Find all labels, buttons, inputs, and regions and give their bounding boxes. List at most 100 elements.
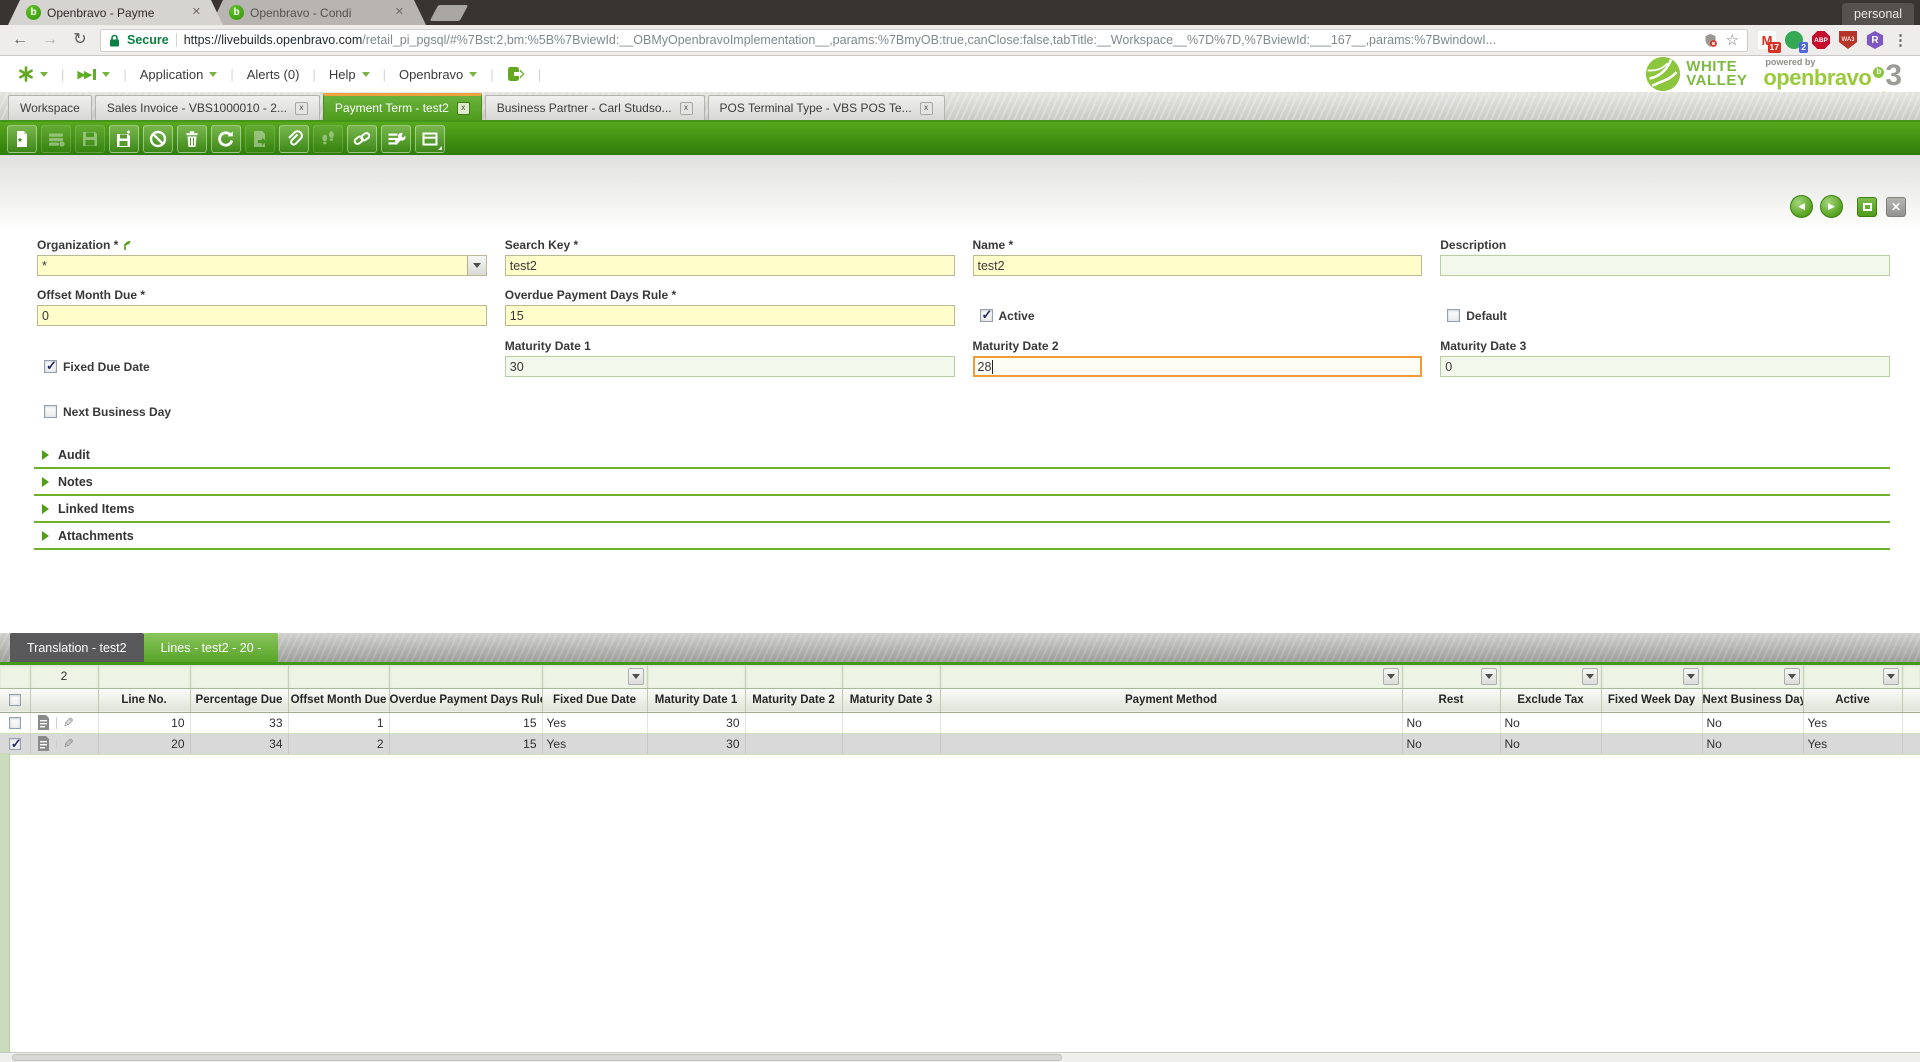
menu-alerts[interactable]: Alerts (0)	[243, 65, 304, 84]
audit-trail-button[interactable]	[313, 125, 343, 153]
cell-offset-month-due[interactable]: 2	[288, 733, 389, 754]
cell-rest[interactable]: No	[1402, 733, 1500, 754]
logout-button[interactable]	[503, 64, 529, 84]
cell-maturity-date-1[interactable]: 30	[647, 712, 745, 733]
filter-cell-overdue-payment-days-rule[interactable]	[389, 665, 542, 688]
gmail-extension-icon[interactable]: M17	[1758, 31, 1776, 49]
cell-offset-month-due[interactable]: 1	[288, 712, 389, 733]
header-maturity-date-2[interactable]: Maturity Date 2	[745, 688, 842, 712]
cell-payment-method[interactable]	[940, 733, 1402, 754]
filter-dropdown-button[interactable]	[1683, 668, 1699, 685]
filter-cell-payment-method[interactable]	[940, 665, 1402, 688]
cell-fixed-due-date[interactable]: Yes	[542, 712, 647, 733]
workspace-menu-button[interactable]	[14, 64, 52, 84]
organization-combo[interactable]: *	[37, 255, 487, 276]
header-active[interactable]: Active	[1803, 688, 1902, 712]
filter-cell-rest[interactable]	[1402, 665, 1500, 688]
cell-maturity-date-2[interactable]	[745, 733, 842, 754]
window-tab-business-partner[interactable]: Business Partner - Carl Studso... x	[485, 95, 705, 120]
save-button[interactable]	[75, 125, 105, 153]
delete-button[interactable]	[177, 125, 207, 153]
cell-fixed-week-day[interactable]	[1601, 733, 1702, 754]
filter-cell-line-no[interactable]	[98, 665, 190, 688]
attachment-button[interactable]	[279, 125, 309, 153]
filter-cell-checkbox[interactable]	[0, 665, 30, 688]
filter-cell-maturity-date-1[interactable]	[647, 665, 745, 688]
cell-exclude-tax[interactable]: No	[1500, 712, 1601, 733]
filter-dropdown-button[interactable]	[628, 668, 644, 685]
next-record-button[interactable]: ▶	[1820, 195, 1843, 218]
maturity-date-2-input[interactable]: 28	[973, 356, 1423, 377]
section-notes[interactable]: Notes	[34, 471, 1890, 496]
cell-percentage-due[interactable]: 34	[190, 733, 288, 754]
search-key-input[interactable]	[505, 255, 955, 276]
shield-extension-icon[interactable]: WA3	[1839, 31, 1857, 49]
filter-cell-active[interactable]	[1803, 665, 1902, 688]
cell-maturity-date-2[interactable]	[745, 712, 842, 733]
menu-openbravo[interactable]: Openbravo	[395, 65, 481, 84]
combo-dropdown-button[interactable]	[467, 256, 486, 275]
child-tab-translation[interactable]: Translation - test2	[10, 633, 144, 662]
link-button[interactable]	[347, 125, 377, 153]
close-tab-icon[interactable]: ✕	[393, 6, 406, 19]
new-row-button[interactable]	[41, 125, 71, 153]
row-checkbox[interactable]	[9, 738, 21, 750]
filter-cell-maturity-date-2[interactable]	[745, 665, 842, 688]
reload-icon[interactable]: ↻	[70, 32, 90, 48]
horizontal-scrollbar[interactable]	[0, 1052, 1920, 1062]
cell-overdue-payment-days-rule[interactable]: 15	[389, 712, 542, 733]
bookmark-star-icon[interactable]: ☆	[1726, 31, 1739, 49]
cell-active[interactable]: Yes	[1803, 712, 1902, 733]
cell-maturity-date-3[interactable]	[842, 712, 940, 733]
header-rest[interactable]: Rest	[1402, 688, 1500, 712]
header-overdue-payment-days-rule[interactable]: Overdue Payment Days Rule	[389, 688, 542, 712]
open-record-icon[interactable]	[37, 736, 50, 751]
cell-active[interactable]: Yes	[1803, 733, 1902, 754]
tools-button[interactable]	[381, 125, 411, 153]
header-fixed-due-date[interactable]: Fixed Due Date	[542, 688, 647, 712]
content-blocked-icon[interactable]	[1703, 33, 1718, 48]
filter-dropdown-button[interactable]	[1582, 668, 1598, 685]
default-checkbox[interactable]	[1447, 309, 1460, 322]
adblock-extension-icon[interactable]: ABP	[1812, 31, 1830, 49]
undo-button[interactable]	[143, 125, 173, 153]
window-tab-payment-term[interactable]: Payment Term - test2 x	[323, 93, 482, 120]
header-maturity-date-3[interactable]: Maturity Date 3	[842, 688, 940, 712]
cell-line-no[interactable]: 20	[98, 733, 190, 754]
close-icon[interactable]: x	[920, 102, 933, 115]
new-tab-button[interactable]	[430, 5, 469, 21]
header-payment-method[interactable]: Payment Method	[940, 688, 1402, 712]
browser-profile-chip[interactable]: personal	[1842, 3, 1914, 25]
child-tab-lines[interactable]: Lines - test2 - 20 -	[144, 633, 279, 662]
cell-payment-method[interactable]	[940, 712, 1402, 733]
grid-row-2[interactable]: ✎ 20 34 2 15 Yes 30 No No No Yes	[0, 733, 1920, 754]
header-percentage-due[interactable]: Percentage Due	[190, 688, 288, 712]
chat-extension-icon[interactable]: 2	[1785, 31, 1803, 49]
filter-cell-offset-month-due[interactable]	[288, 665, 389, 688]
recent-views-menu-button[interactable]: ▶▶	[73, 66, 114, 83]
window-tab-sales-invoice[interactable]: Sales Invoice - VBS1000010 - 2... x	[95, 95, 320, 120]
close-tab-icon[interactable]: ✕	[190, 6, 203, 19]
header-fixed-week-day[interactable]: Fixed Week Day	[1601, 688, 1702, 712]
grid-row-1[interactable]: ✎ 10 33 1 15 Yes 30 No No No Yes	[0, 712, 1920, 733]
form-grid-toggle-button[interactable]	[415, 125, 445, 153]
filter-cell-maturity-date-3[interactable]	[842, 665, 940, 688]
window-tab-pos-terminal-type[interactable]: POS Terminal Type - VBS POS Te... x	[708, 95, 945, 120]
overdue-payment-days-rule-input[interactable]	[505, 305, 955, 326]
browser-tab-conditions[interactable]: b Openbravo - Condi ✕	[211, 0, 426, 25]
menu-application[interactable]: Application	[136, 65, 222, 84]
description-input[interactable]	[1440, 255, 1890, 276]
browser-menu-icon[interactable]: ⋮	[1893, 31, 1908, 49]
new-record-button[interactable]: *	[7, 125, 37, 153]
row-checkbox[interactable]	[9, 717, 21, 729]
name-input[interactable]	[973, 255, 1423, 276]
header-maturity-date-1[interactable]: Maturity Date 1	[647, 688, 745, 712]
forward-icon[interactable]: →	[40, 32, 60, 48]
section-attachments[interactable]: Attachments	[34, 525, 1890, 550]
cell-percentage-due[interactable]: 33	[190, 712, 288, 733]
filter-dropdown-button[interactable]	[1481, 668, 1497, 685]
header-line-no[interactable]: Line No.	[98, 688, 190, 712]
edit-pencil-icon[interactable]: ✎	[63, 716, 74, 729]
cell-next-business-day[interactable]: No	[1702, 733, 1803, 754]
active-checkbox[interactable]	[980, 309, 993, 322]
